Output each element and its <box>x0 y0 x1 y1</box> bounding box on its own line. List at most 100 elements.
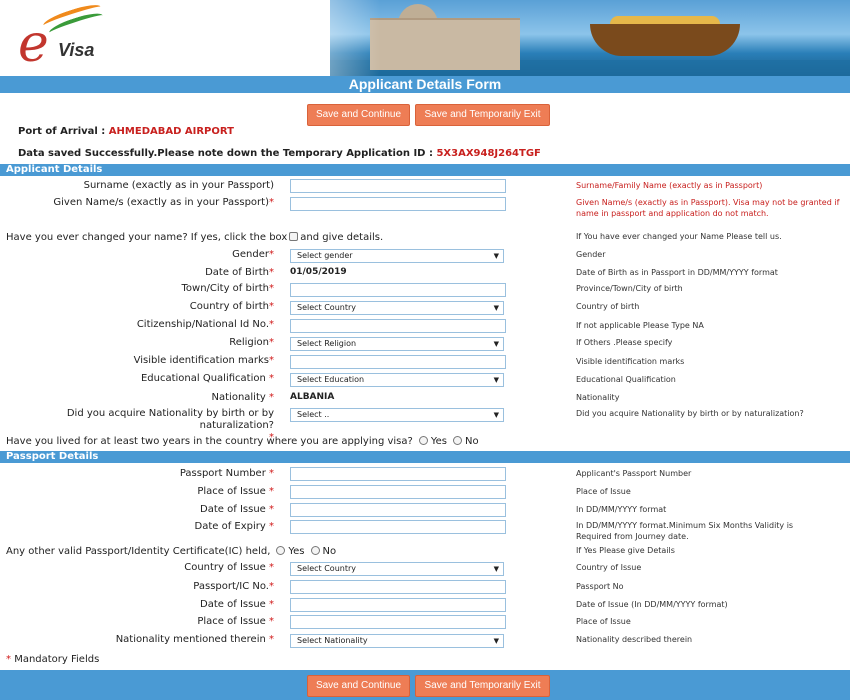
banner-fade <box>240 0 380 76</box>
country-birth-select[interactable]: Select Country ▼ <box>290 301 504 315</box>
citizenship-label: Citizenship/National Id No.* <box>136 319 274 330</box>
education-hint: Educational Qualification <box>576 375 676 384</box>
other-passport-hint: If Yes Please give Details <box>576 546 675 555</box>
boat-image <box>590 24 740 56</box>
temp-app-id: 5X3AX948J264TGF <box>436 148 541 159</box>
page-title: Applicant Details Form <box>0 76 850 93</box>
dob-value: 01/05/2019 <box>290 267 347 277</box>
education-label: Educational Qualification * <box>140 373 274 384</box>
date-expiry-input[interactable] <box>290 520 506 534</box>
gender-hint: Gender <box>576 250 606 259</box>
citizenship-input[interactable] <box>290 319 506 333</box>
ic-date-issue-input[interactable] <box>290 598 506 612</box>
acquire-select[interactable]: Select .. ▼ <box>290 408 504 422</box>
ic-number-input[interactable] <box>290 580 506 594</box>
lived-question: Have you lived for at least two years in… <box>6 436 479 447</box>
chevron-down-icon: ▼ <box>493 411 499 419</box>
save-exit-button-bottom[interactable]: Save and Temporarily Exit <box>415 675 550 697</box>
ic-nationality-label: Nationality mentioned therein * <box>115 634 274 645</box>
religion-label: Religion* <box>229 337 274 348</box>
ic-date-issue-label: Date of Issue * <box>200 599 274 610</box>
other-passport-question: Any other valid Passport/Identity Certif… <box>6 546 337 557</box>
ic-number-hint: Passport No <box>576 582 624 591</box>
place-issue-label: Place of Issue * <box>197 486 274 497</box>
ic-country-hint: Country of Issue <box>576 563 642 572</box>
ic-date-issue-hint: Date of Issue (In DD/MM/YYYY format) <box>576 600 728 609</box>
port-of-arrival: Port of Arrival : AHMEDABAD AIRPORT <box>18 126 234 137</box>
ic-nationality-hint: Nationality described therein <box>576 635 693 644</box>
lived-no-radio[interactable] <box>452 436 462 445</box>
country-birth-label: Country of birth* <box>189 301 274 312</box>
ic-place-input[interactable] <box>290 615 506 629</box>
chevron-down-icon: ▼ <box>493 340 499 348</box>
date-issue-label: Date of Issue * <box>200 504 274 515</box>
given-name-label: Given Name/s (exactly as in your Passpor… <box>53 197 274 208</box>
dob-label: Date of Birth* <box>205 267 274 278</box>
passport-details-header: Passport Details <box>0 451 850 463</box>
save-continue-button-bottom[interactable]: Save and Continue <box>307 675 410 697</box>
town-input[interactable] <box>290 283 506 297</box>
nationality-hint: Nationality <box>576 393 620 402</box>
chevron-down-icon: ▼ <box>493 376 499 384</box>
chevron-down-icon: ▼ <box>493 304 499 312</box>
country-birth-hint: Country of birth <box>576 302 640 311</box>
mandatory-note: * Mandatory Fields <box>6 654 100 665</box>
ic-country-select[interactable]: Select Country ▼ <box>290 562 504 576</box>
citizenship-hint: If not applicable Please Type NA <box>576 321 704 330</box>
changed-name-hint: If You have ever changed your Name Pleas… <box>576 232 782 241</box>
nationality-value: ALBANIA <box>290 392 335 402</box>
ic-number-label: Passport/IC No.* <box>193 581 274 592</box>
given-name-hint: Given Name/s (exactly as in Passport). V… <box>576 198 840 218</box>
date-issue-hint: In DD/MM/YYYY format <box>576 505 667 514</box>
chevron-down-icon: ▼ <box>493 252 499 260</box>
building-image <box>370 18 520 70</box>
saved-message: Data saved Successfully.Please note down… <box>18 148 541 159</box>
ic-place-hint: Place of Issue <box>576 617 631 626</box>
given-name-input[interactable] <box>290 197 506 211</box>
dob-hint: Date of Birth as in Passport in DD/MM/YY… <box>576 268 778 277</box>
chevron-down-icon: ▼ <box>493 565 499 573</box>
passport-number-label: Passport Number * <box>179 468 274 479</box>
applicant-details-header: Applicant Details <box>0 164 850 176</box>
gender-label: Gender* <box>232 249 274 260</box>
education-select[interactable]: Select Education ▼ <box>290 373 504 387</box>
place-issue-input[interactable] <box>290 485 506 499</box>
header-banner: e Visa <box>0 0 850 76</box>
marks-input[interactable] <box>290 355 506 369</box>
passport-number-hint: Applicant's Passport Number <box>576 469 692 478</box>
surname-label: Surname (exactly as in your Passport) <box>83 180 274 191</box>
save-continue-button-top[interactable]: Save and Continue <box>307 104 410 126</box>
chevron-down-icon: ▼ <box>493 637 499 645</box>
nationality-label: Nationality * <box>211 392 274 403</box>
town-hint: Province/Town/City of birth <box>576 284 683 293</box>
ic-country-label: Country of Issue * <box>184 562 274 573</box>
date-expiry-label: Date of Expiry * <box>194 521 274 532</box>
passport-number-input[interactable] <box>290 467 506 481</box>
logo-e: e <box>18 14 49 74</box>
ic-place-label: Place of Issue * <box>197 616 274 627</box>
date-issue-input[interactable] <box>290 503 506 517</box>
marks-label: Visible identification marks* <box>133 355 274 366</box>
surname-input[interactable] <box>290 179 506 193</box>
port-value: AHMEDABAD AIRPORT <box>108 126 234 137</box>
port-label: Port of Arrival : <box>18 126 106 137</box>
lived-yes-radio[interactable] <box>418 436 428 445</box>
marks-hint: Visible identification marks <box>576 357 685 366</box>
evisa-logo: e Visa <box>14 1 114 74</box>
logo-visa: Visa <box>58 40 95 60</box>
religion-hint: If Others .Please specify <box>576 338 673 347</box>
changed-name-question: Have you ever changed your name? If yes,… <box>6 232 384 243</box>
saved-text: Data saved Successfully.Please note down… <box>18 148 433 159</box>
date-expiry-hint: In DD/MM/YYYY format.Minimum Six Months … <box>576 521 794 541</box>
changed-name-checkbox[interactable] <box>289 232 299 241</box>
place-issue-hint: Place of Issue <box>576 487 631 496</box>
gender-select[interactable]: Select gender ▼ <box>290 249 504 263</box>
ic-nationality-select[interactable]: Select Nationality ▼ <box>290 634 504 648</box>
other-no-radio[interactable] <box>310 546 320 555</box>
surname-hint: Surname/Family Name (exactly as in Passp… <box>576 181 763 190</box>
town-label: Town/City of birth* <box>181 283 274 294</box>
religion-select[interactable]: Select Religion ▼ <box>290 337 504 351</box>
other-yes-radio[interactable] <box>276 546 286 555</box>
acquire-hint: Did you acquire Nationality by birth or … <box>576 409 804 418</box>
save-exit-button-top[interactable]: Save and Temporarily Exit <box>415 104 550 126</box>
